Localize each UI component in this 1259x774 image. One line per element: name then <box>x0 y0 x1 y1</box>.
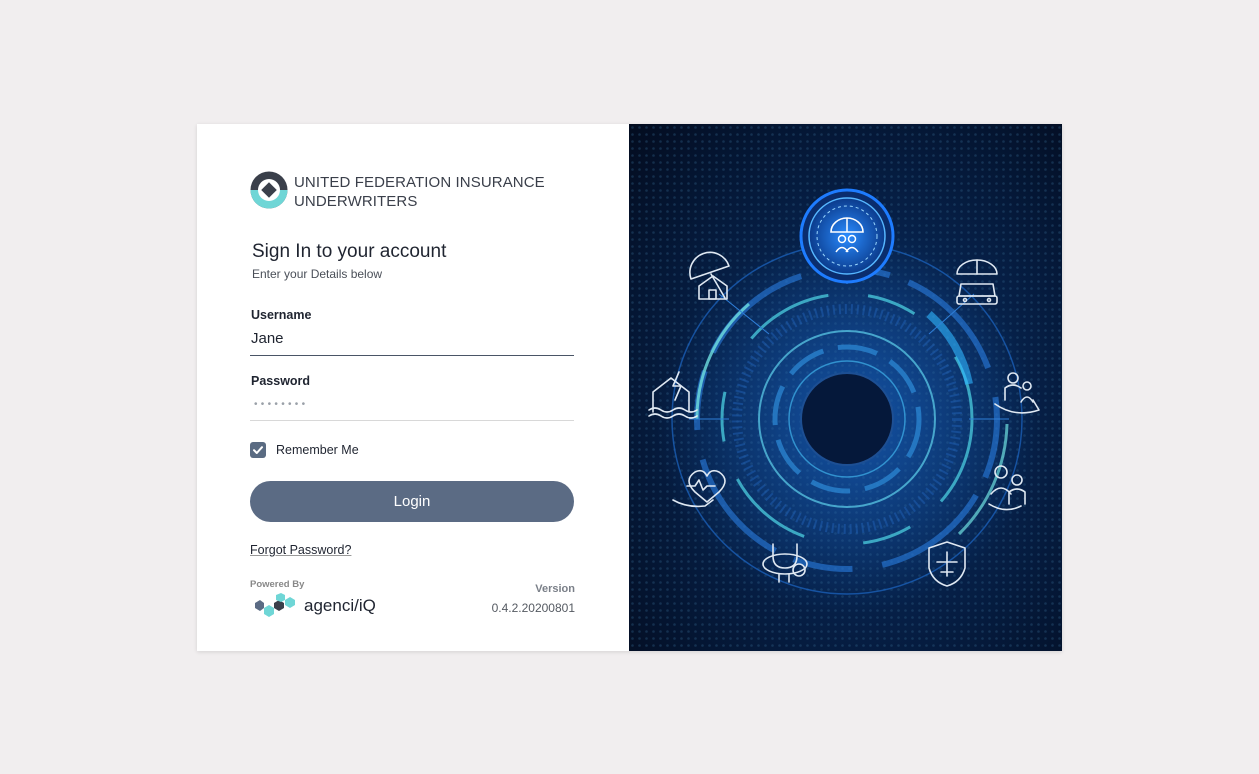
family-umbrella-icon <box>799 188 895 284</box>
agenciiq-logo-icon <box>255 593 295 617</box>
company-logo-icon <box>250 171 288 209</box>
hero-illustration <box>629 124 1062 651</box>
password-input[interactable]: •••••••• <box>254 399 308 410</box>
checkmark-icon <box>253 446 263 454</box>
company-name-line2: UNDERWRITERS <box>294 193 418 210</box>
company-name-line1: UNITED FEDERATION INSURANCE <box>294 174 545 191</box>
forgot-password-link[interactable]: Forgot Password? <box>250 543 351 557</box>
version-number: 0.4.2.20200801 <box>491 601 575 615</box>
password-label: Password <box>251 374 311 388</box>
login-panel: UNITED FEDERATION INSURANCE UNDERWRITERS… <box>197 124 629 651</box>
username-input[interactable] <box>250 325 575 351</box>
company-name: UNITED FEDERATION INSURANCE UNDERWRITERS <box>294 173 545 211</box>
powered-by-label: Powered By <box>250 579 305 590</box>
username-underline <box>250 355 574 356</box>
remember-me-label[interactable]: Remember Me <box>276 443 359 457</box>
version-label: Version <box>535 583 575 595</box>
remember-me-checkbox[interactable] <box>250 442 266 458</box>
insurance-graphic <box>629 124 1062 651</box>
page-title: Sign In to your account <box>252 241 447 262</box>
login-button[interactable]: Login <box>250 481 574 522</box>
page-subtitle: Enter your Details below <box>252 267 383 281</box>
product-name: agenci/iQ <box>304 596 376 615</box>
password-underline <box>250 420 574 421</box>
username-label: Username <box>251 308 312 322</box>
login-card: UNITED FEDERATION INSURANCE UNDERWRITERS… <box>197 124 1062 651</box>
